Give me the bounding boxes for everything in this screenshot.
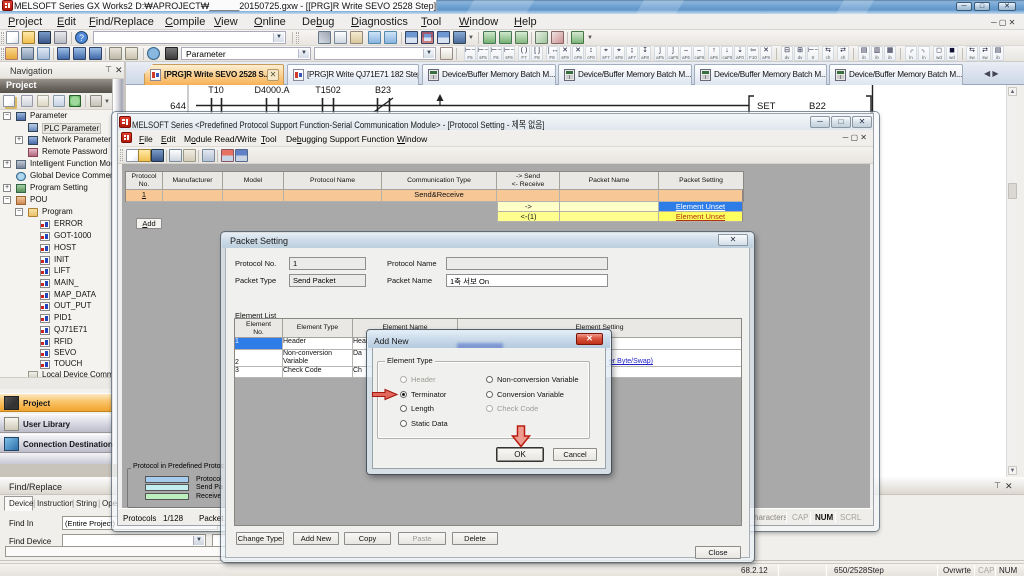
svg-text:SET: SET bbox=[757, 101, 776, 112]
svg-text:D4000.A: D4000.A bbox=[254, 85, 289, 95]
svg-text:T1502: T1502 bbox=[315, 85, 341, 95]
svg-text:B22: B22 bbox=[809, 101, 826, 112]
svg-text:B23: B23 bbox=[375, 85, 391, 95]
svg-text:T10: T10 bbox=[208, 85, 224, 95]
svg-text:644: 644 bbox=[170, 101, 186, 112]
